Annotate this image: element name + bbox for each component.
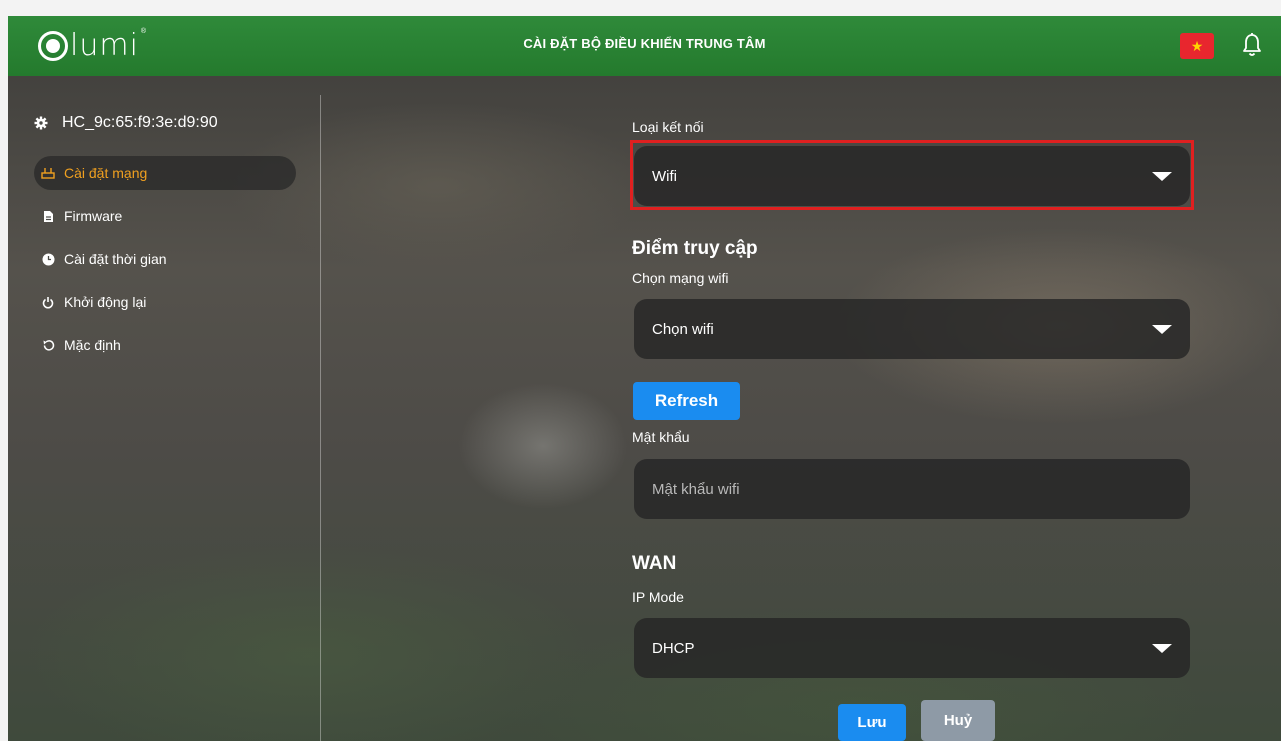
chevron-down-icon	[1152, 325, 1172, 334]
wifi-select-value: Chọn wifi	[652, 320, 714, 338]
reset-icon	[40, 337, 56, 353]
page-title: CÀI ĐẶT BỘ ĐIỀU KHIỂN TRUNG TÂM	[523, 36, 766, 51]
device-name: HC_9c:65:f9:3e:d9:90	[62, 114, 218, 131]
power-icon	[40, 294, 56, 310]
sidebar-item-factory-default[interactable]: Mặc định	[34, 328, 296, 362]
sidebar-item-label: Mặc định	[64, 337, 121, 353]
sidebar-item-restart[interactable]: Khởi động lại	[34, 285, 296, 319]
highlight-box	[630, 140, 1194, 210]
header-bar: lumi ® CÀI ĐẶT BỘ ĐIỀU KHIỂN TRUNG TÂM ★	[8, 16, 1281, 76]
wan-heading: WAN	[632, 553, 677, 574]
chevron-down-icon	[1152, 644, 1172, 653]
ip-mode-label: IP Mode	[632, 589, 684, 605]
file-icon	[40, 208, 56, 224]
password-field-container	[634, 459, 1190, 519]
app-frame: lumi ® CÀI ĐẶT BỘ ĐIỀU KHIỂN TRUNG TÂM ★…	[8, 16, 1281, 741]
sidebar-item-label: Firmware	[64, 208, 123, 224]
sidebar-item-label: Cài đặt mạng	[64, 165, 148, 181]
save-button[interactable]: Lưu	[838, 704, 906, 741]
sidebar-item-firmware[interactable]: Firmware	[34, 199, 296, 233]
connection-type-label: Loại kết nối	[632, 119, 704, 135]
wifi-network-select[interactable]: Chọn wifi	[634, 299, 1190, 359]
network-icon	[40, 165, 56, 181]
access-point-heading: Điểm truy cập	[632, 238, 758, 259]
device-header: HC_9c:65:f9:3e:d9:90	[34, 114, 218, 132]
sidebar-nav: Cài đặt mạng Firmware Cài đặt thời gian …	[34, 156, 296, 371]
clock-icon	[40, 251, 56, 267]
refresh-button[interactable]: Refresh	[633, 382, 740, 420]
password-label: Mật khẩu	[632, 429, 690, 445]
sidebar-item-label: Cài đặt thời gian	[64, 251, 167, 267]
registered-mark: ®	[140, 28, 147, 35]
bell-icon[interactable]	[1242, 32, 1262, 58]
sidebar-item-time-settings[interactable]: Cài đặt thời gian	[34, 242, 296, 276]
vietnam-flag-icon[interactable]: ★	[1180, 33, 1214, 59]
sidebar-item-network-settings[interactable]: Cài đặt mạng	[34, 156, 296, 190]
sidebar-divider	[320, 95, 321, 741]
flag-star-icon: ★	[1190, 38, 1204, 54]
ip-mode-select[interactable]: DHCP	[634, 618, 1190, 678]
sidebar-item-label: Khởi động lại	[64, 294, 147, 310]
wifi-select-label: Chọn mạng wifi	[632, 270, 729, 286]
gear-icon	[34, 116, 48, 130]
password-input[interactable]	[652, 480, 1152, 498]
ip-mode-value: DHCP	[652, 639, 695, 657]
cancel-button[interactable]: Huỷ	[921, 700, 995, 741]
